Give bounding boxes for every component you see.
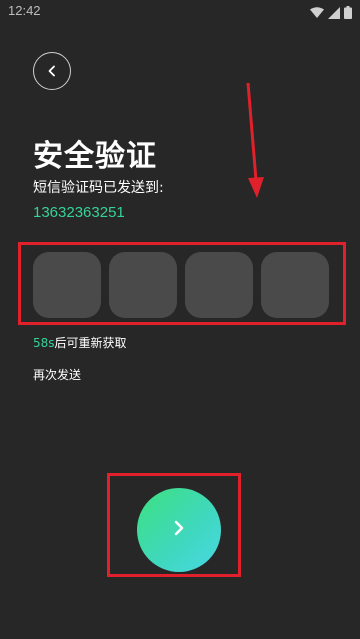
submit-button[interactable] — [137, 488, 221, 572]
chevron-right-icon — [172, 519, 186, 541]
